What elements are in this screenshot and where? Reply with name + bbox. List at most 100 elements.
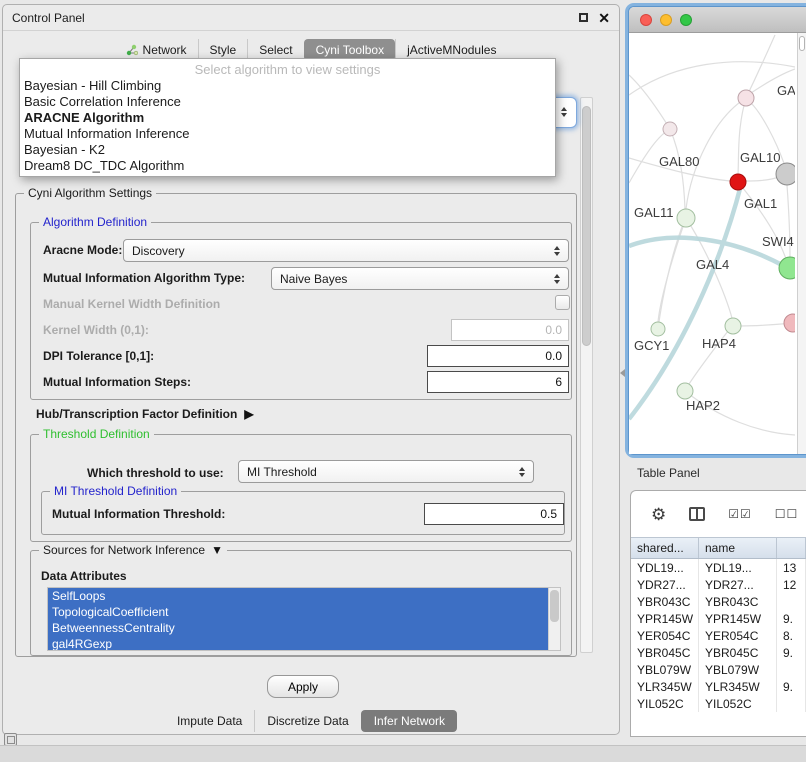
mi-type-label: Mutual Information Algorithm Type: (43, 267, 245, 289)
clear-all-checkboxes-icon[interactable]: ☐☐ (775, 507, 799, 521)
network-node[interactable] (725, 318, 741, 334)
mi-algorithm-type-combobox[interactable]: Naive Bayes (271, 267, 569, 290)
table-cell: YDR27... (699, 576, 777, 593)
dropdown-item-bayesian-hill-climbing[interactable]: Bayesian - Hill Climbing (20, 78, 555, 94)
screen: { "control_panel": { "title": "Control P… (0, 0, 806, 762)
sources-group-title: Sources for Network Inference ▼ (39, 543, 227, 557)
group-title: Cyni Algorithm Settings (24, 186, 156, 200)
window-title: Control Panel (12, 11, 85, 25)
table-cell: YPR145W (631, 610, 699, 627)
column-header-cropped[interactable] (777, 538, 806, 558)
tab-impute-data[interactable]: Impute Data (165, 710, 254, 732)
hub-definition-expander[interactable]: Hub/Transcription Factor Definition ▶ (36, 404, 254, 424)
table-cell (777, 695, 806, 712)
table-cell: YDR27... (631, 576, 699, 593)
network-node[interactable] (784, 314, 795, 332)
table-settings-gear-icon[interactable]: ⚙ (651, 506, 666, 523)
network-node[interactable] (663, 122, 677, 136)
dropdown-item-mutual-information[interactable]: Mutual Information Inference (20, 126, 555, 142)
table-panel-window: ⚙ ☑☑ ☐☐ shared... name YDL19...YDL19...1… (630, 490, 806, 737)
network-node[interactable] (651, 322, 665, 336)
table-cell (777, 593, 806, 610)
table-row[interactable]: YPR145WYPR145W9. (631, 610, 806, 627)
float-window-icon[interactable] (579, 13, 588, 22)
dpi-tolerance-label: DPI Tolerance [0,1]: (43, 345, 154, 367)
attributes-scrollbar[interactable] (548, 588, 560, 650)
algorithm-dropdown-popup: Select algorithm to view settings Bayesi… (19, 58, 556, 177)
scrollbar-thumb[interactable] (582, 106, 591, 346)
network-node[interactable] (730, 174, 746, 190)
network-window-titlebar[interactable] (629, 7, 806, 33)
group-title: MI Threshold Definition (50, 484, 181, 498)
column-header-shared-name[interactable]: shared... (631, 538, 699, 558)
network-node-label: HAP4 (702, 336, 736, 351)
attr-item-topologicalcoefficient[interactable]: TopologicalCoefficient (48, 604, 549, 620)
table-cell: YLR345W (699, 678, 777, 695)
attr-item-betweennesscentrality[interactable]: BetweennessCentrality (48, 620, 549, 636)
table-row[interactable]: YBL079WYBL079W (631, 661, 806, 678)
table-row[interactable]: YBR045CYBR045C9. (631, 644, 806, 661)
dpi-tolerance-field[interactable] (427, 345, 569, 367)
table-row[interactable]: YIL052CYIL052C (631, 695, 806, 712)
aracne-mode-label: Aracne Mode: (43, 239, 122, 261)
column-header-name[interactable]: name (699, 538, 777, 558)
attr-item-gal4rgexp[interactable]: gal4RGexp (48, 636, 549, 651)
table-cell: 9. (777, 610, 806, 627)
which-threshold-label: Which threshold to use: (87, 462, 224, 484)
network-node[interactable] (677, 383, 693, 399)
dropdown-item-bayesian-k2[interactable]: Bayesian - K2 (20, 142, 555, 158)
table-row[interactable]: YBR043CYBR043C (631, 593, 806, 610)
table-cell: 9. (777, 644, 806, 661)
select-all-checkboxes-icon[interactable]: ☑☑ (728, 507, 752, 521)
table-row[interactable]: YDR27...YDR27...12 (631, 576, 806, 593)
dropdown-item-aracne[interactable]: ARACNE Algorithm (20, 110, 555, 126)
close-window-icon[interactable]: ✕ (598, 11, 610, 25)
manual-kernel-checkbox[interactable] (555, 295, 570, 310)
mi-steps-field[interactable] (427, 371, 569, 393)
algorithm-definition-group: Algorithm Definition Aracne Mode: Discov… (30, 222, 572, 400)
tab-label: Network (143, 43, 187, 57)
sources-group: Sources for Network Inference ▼ Data Att… (30, 550, 572, 656)
table-cell: YER054C (699, 627, 777, 644)
tab-label: Select (259, 43, 292, 57)
control-panel-window: Control Panel ✕ Network Style Select (2, 4, 620, 735)
close-traffic-light-icon[interactable] (640, 14, 652, 26)
table-cell: YDL19... (631, 559, 699, 576)
panel-resize-handle[interactable] (620, 369, 625, 377)
network-node-label: HAP2 (686, 398, 720, 413)
network-node[interactable] (677, 209, 695, 227)
mi-threshold-field[interactable] (424, 503, 564, 525)
data-attributes-list[interactable]: SelfLoops TopologicalCoefficient Between… (47, 587, 561, 651)
apply-button[interactable]: Apply (267, 675, 339, 698)
control-panel-titlebar[interactable]: Control Panel ✕ (3, 5, 619, 31)
table-row[interactable]: YLR345WYLR345W9. (631, 678, 806, 695)
aracne-mode-combobox[interactable]: Discovery (123, 239, 569, 262)
table-cell: 8. (777, 627, 806, 644)
table-cell: YBR043C (699, 593, 777, 610)
settings-scrollbar[interactable] (580, 97, 593, 653)
scrollbar-thumb[interactable] (799, 36, 805, 51)
show-columns-icon[interactable] (689, 507, 705, 521)
dropdown-item-basic-correlation[interactable]: Basic Correlation Inference (20, 94, 555, 110)
minimize-traffic-light-icon[interactable] (660, 14, 672, 26)
network-node[interactable] (738, 90, 754, 106)
network-canvas[interactable]: GALGAL80GAL10GAL11GAL1SWI4GAL4GCY1HAP4HA… (629, 33, 797, 454)
network-scrollbar[interactable] (797, 33, 806, 454)
which-threshold-combobox[interactable]: MI Threshold (238, 460, 534, 483)
tab-infer-network[interactable]: Infer Network (361, 710, 457, 732)
table-header: shared... name (631, 537, 806, 559)
mi-threshold-definition-group: MI Threshold Definition Mutual Informati… (41, 491, 565, 535)
network-node[interactable] (776, 163, 795, 185)
scrollbar-thumb[interactable] (550, 590, 559, 622)
network-node[interactable] (779, 257, 795, 279)
network-node-label: GCY1 (634, 338, 669, 353)
collapse-down-icon[interactable]: ▼ (211, 544, 223, 556)
table-row[interactable]: YDL19...YDL19...13 (631, 559, 806, 576)
tab-label: Impute Data (177, 714, 242, 728)
tab-discretize-data[interactable]: Discretize Data (254, 710, 360, 732)
table-row[interactable]: YER054CYER054C8. (631, 627, 806, 644)
attr-item-selfloops[interactable]: SelfLoops (48, 588, 549, 604)
zoom-traffic-light-icon[interactable] (680, 14, 692, 26)
tab-label: jActiveMNodules (407, 43, 496, 57)
dropdown-item-dream8[interactable]: Dream8 DC_TDC Algorithm (20, 158, 555, 174)
